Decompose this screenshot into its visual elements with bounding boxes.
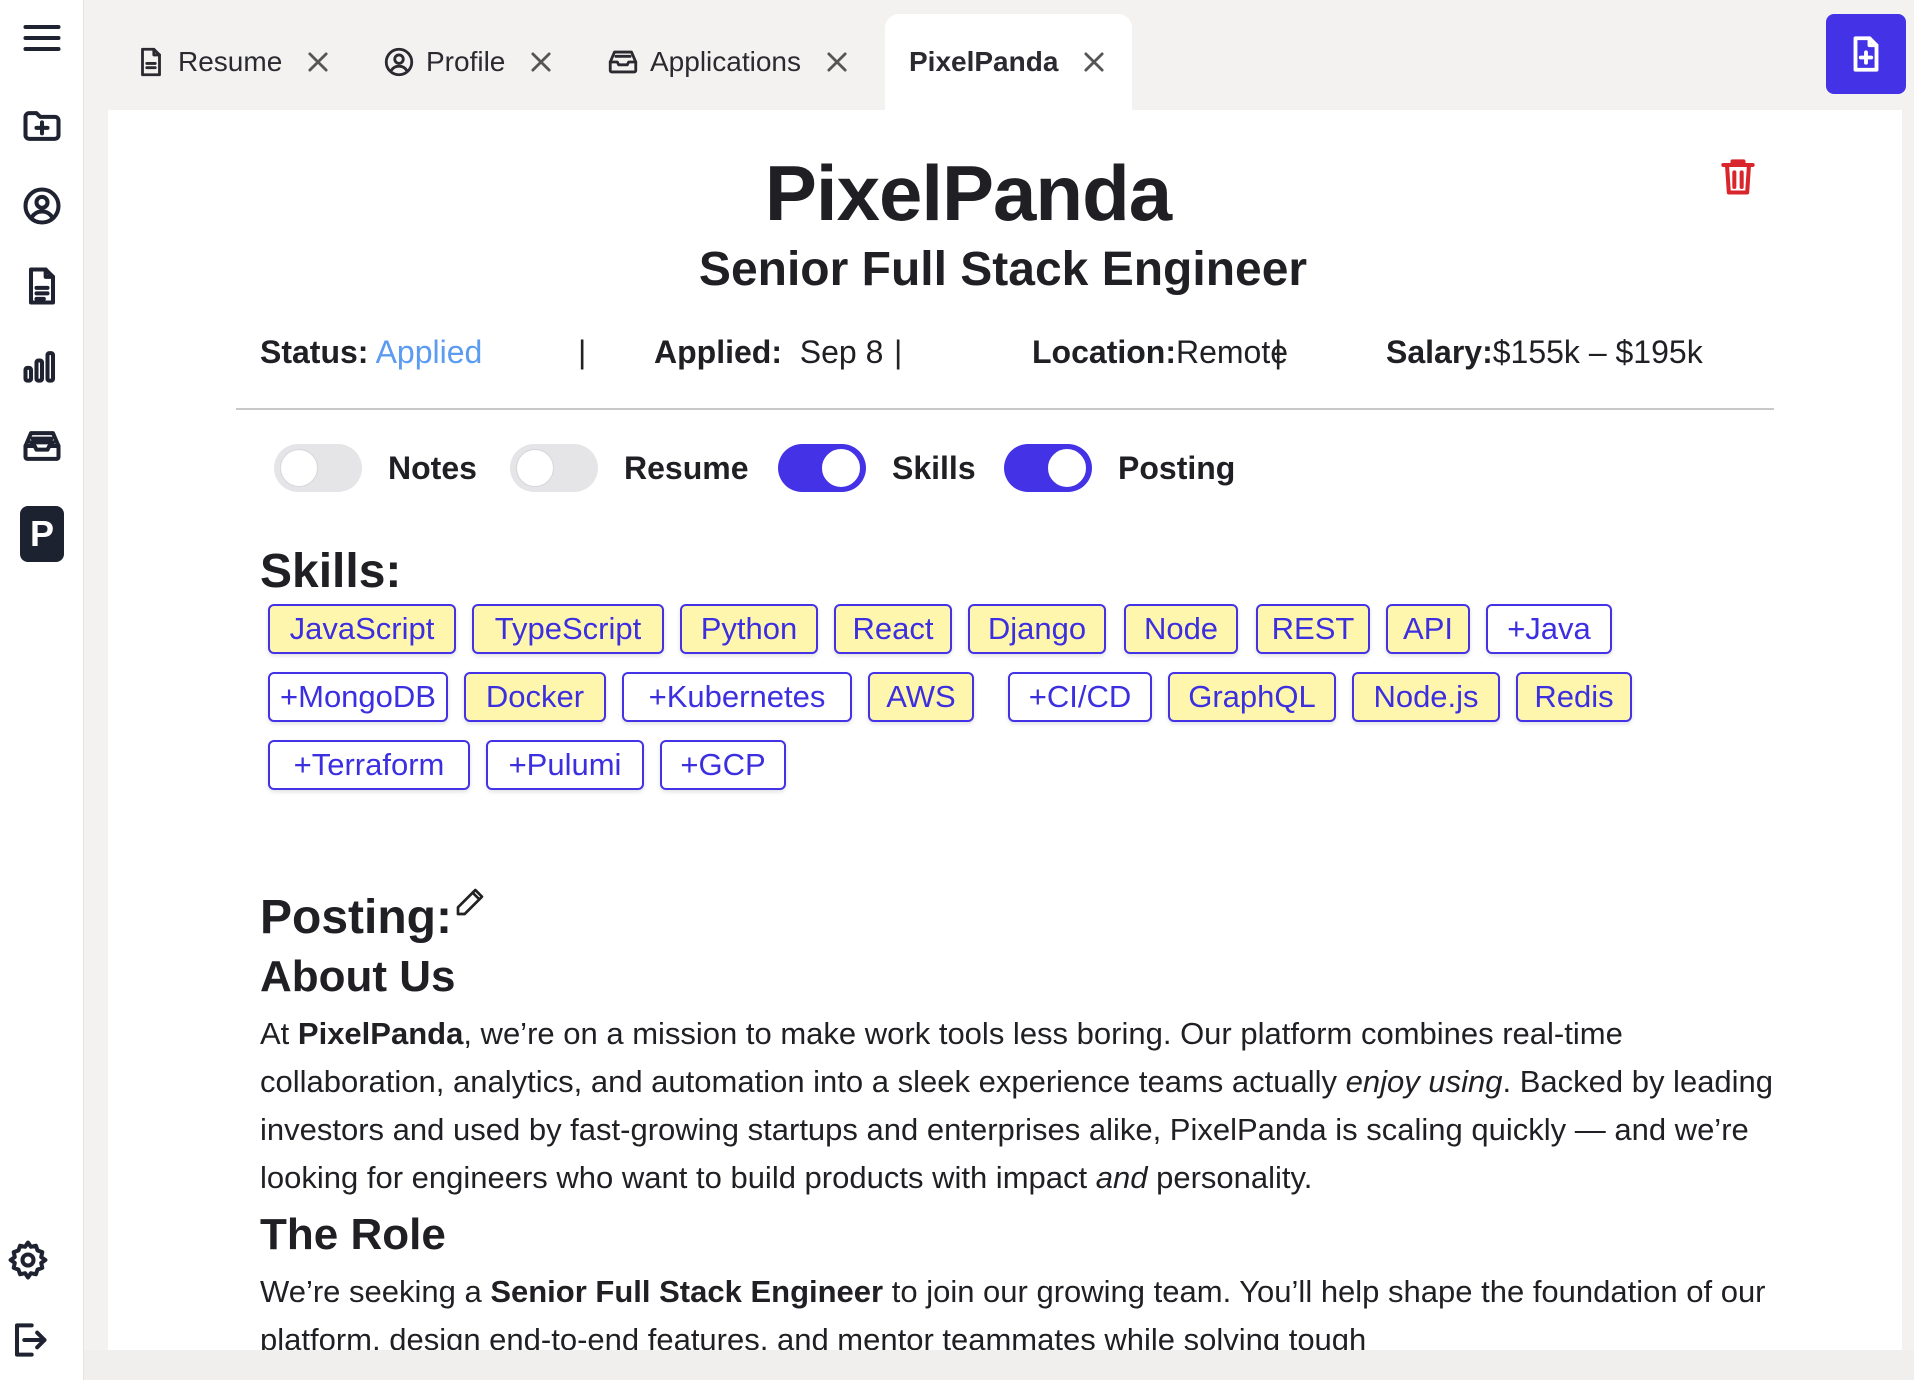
location-label: Location: bbox=[1032, 334, 1176, 370]
job-title: Senior Full Stack Engineer bbox=[698, 243, 1308, 296]
edit-posting-button[interactable] bbox=[454, 886, 486, 918]
role-heading: The Role bbox=[260, 1210, 446, 1259]
inbox-icon bbox=[608, 50, 638, 74]
menu-icon bbox=[23, 24, 61, 52]
skill-chip[interactable]: Node bbox=[1124, 604, 1238, 654]
tab-resume[interactable]: Resume bbox=[134, 14, 332, 110]
new-folder-button[interactable] bbox=[0, 94, 84, 158]
tab-applications[interactable]: Applications bbox=[606, 14, 851, 110]
folder-plus-icon bbox=[23, 111, 61, 141]
tab-pixelpanda[interactable]: PixelPanda bbox=[885, 14, 1133, 110]
skill-chip[interactable]: GraphQL bbox=[1168, 672, 1336, 722]
skill-chip[interactable]: React bbox=[834, 604, 952, 654]
toggle-label: Posting bbox=[1118, 449, 1236, 486]
menu-button[interactable] bbox=[0, 6, 84, 70]
skill-chip[interactable]: Redis bbox=[1516, 672, 1632, 722]
meta-separator: | bbox=[894, 334, 903, 370]
bottom-bar bbox=[84, 1350, 1914, 1380]
section-toggles: Notes Resume Skills Posting bbox=[274, 438, 1574, 498]
toggle-posting[interactable]: Posting bbox=[1004, 438, 1235, 498]
skill-chip[interactable]: API bbox=[1386, 604, 1470, 654]
role-paragraph: We’re seeking a Senior Full Stack Engine… bbox=[260, 1274, 1766, 1350]
skill-chip[interactable]: JavaScript bbox=[268, 604, 456, 654]
delete-button[interactable] bbox=[1716, 154, 1764, 202]
meta-separator: | bbox=[1274, 334, 1283, 370]
skill-chip[interactable]: AWS bbox=[868, 672, 974, 722]
salary-label: Salary: bbox=[1386, 334, 1493, 370]
tab-label: Applications bbox=[650, 46, 801, 77]
profile-nav-button[interactable] bbox=[0, 174, 84, 238]
toggle-label: Resume bbox=[624, 449, 749, 486]
applications-nav-button[interactable] bbox=[0, 414, 84, 478]
trash-icon bbox=[1721, 159, 1755, 195]
status-label: Status: bbox=[260, 334, 369, 370]
meta-separator: | bbox=[578, 334, 587, 370]
divider bbox=[236, 408, 1774, 410]
bar-chart-icon bbox=[23, 351, 56, 383]
toggle-switch[interactable] bbox=[510, 444, 598, 492]
toggle-notes[interactable]: Notes bbox=[274, 438, 477, 498]
company-badge: P bbox=[20, 506, 64, 562]
job-meta: Status: Applied | Applied: Sep 8 | Locat… bbox=[260, 334, 1860, 378]
skill-chip[interactable]: Node.js bbox=[1352, 672, 1500, 722]
applied-label: Applied: bbox=[654, 334, 782, 370]
location-value: Remote bbox=[1175, 334, 1289, 370]
document-icon bbox=[141, 47, 161, 77]
file-plus-icon bbox=[1853, 36, 1879, 72]
skill-chip[interactable]: TypeScript bbox=[472, 604, 664, 654]
gear-icon bbox=[8, 1240, 48, 1280]
skills-heading: Skills: bbox=[260, 545, 402, 598]
skill-chip[interactable]: +Java bbox=[1486, 604, 1612, 654]
salary-value: $155k – $195k bbox=[1492, 334, 1703, 370]
close-icon[interactable] bbox=[304, 48, 332, 76]
status-value[interactable]: Applied bbox=[376, 334, 483, 370]
logout-button[interactable] bbox=[0, 1308, 70, 1372]
tab-bar: Resume Profile Applications PixelPanda bbox=[108, 14, 1808, 110]
settings-button[interactable] bbox=[0, 1228, 70, 1292]
toggle-switch[interactable] bbox=[274, 444, 362, 492]
skill-chip[interactable]: +Terraform bbox=[268, 740, 470, 790]
toggle-resume[interactable]: Resume bbox=[510, 438, 749, 498]
user-circle-icon bbox=[23, 187, 61, 225]
tab-label: Profile bbox=[426, 46, 506, 77]
skill-chip[interactable]: Django bbox=[968, 604, 1106, 654]
skill-chip[interactable]: REST bbox=[1256, 604, 1370, 654]
skill-chip[interactable]: +Kubernetes bbox=[622, 672, 852, 722]
pixelpanda-nav-button[interactable]: P bbox=[0, 502, 84, 566]
user-circle-icon bbox=[384, 47, 414, 77]
skill-chip[interactable]: +MongoDB bbox=[268, 672, 448, 722]
toggle-switch[interactable] bbox=[1004, 444, 1092, 492]
about-heading: About Us bbox=[260, 952, 456, 1001]
close-icon[interactable] bbox=[527, 48, 555, 76]
skill-chip[interactable]: Python bbox=[680, 604, 818, 654]
about-paragraph: At PixelPanda, we’re on a mission to mak… bbox=[260, 1016, 1774, 1195]
tab-label: Resume bbox=[178, 46, 283, 77]
resume-nav-button[interactable] bbox=[0, 254, 84, 318]
pencil-icon bbox=[456, 888, 484, 916]
skill-chip[interactable]: +CI/CD bbox=[1008, 672, 1152, 722]
toggle-skills[interactable]: Skills bbox=[778, 438, 976, 498]
posting-heading: Posting: bbox=[260, 888, 486, 945]
tab-label: PixelPanda bbox=[909, 46, 1059, 77]
company-name: PixelPanda bbox=[764, 149, 1172, 237]
close-icon[interactable] bbox=[823, 48, 851, 76]
toggle-label: Skills bbox=[892, 449, 976, 486]
posting-heading-text: Posting: bbox=[260, 891, 452, 944]
applied-value: Sep 8 bbox=[799, 334, 884, 370]
skill-chip[interactable]: +Pulumi bbox=[486, 740, 644, 790]
job-detail-panel: PixelPanda Senior Full Stack Engineer St… bbox=[108, 110, 1902, 1350]
document-icon bbox=[28, 267, 56, 305]
toggle-switch[interactable] bbox=[778, 444, 866, 492]
skill-chip[interactable]: +GCP bbox=[660, 740, 786, 790]
inbox-icon bbox=[23, 431, 61, 461]
toggle-label: Notes bbox=[388, 449, 477, 486]
close-icon[interactable] bbox=[1080, 48, 1108, 76]
analytics-nav-button[interactable] bbox=[0, 334, 84, 398]
skill-chip[interactable]: Docker bbox=[464, 672, 606, 722]
new-document-button[interactable] bbox=[1826, 14, 1906, 94]
tab-profile[interactable]: Profile bbox=[382, 14, 555, 110]
logout-icon bbox=[14, 1323, 47, 1357]
sidebar: P bbox=[0, 0, 84, 1380]
